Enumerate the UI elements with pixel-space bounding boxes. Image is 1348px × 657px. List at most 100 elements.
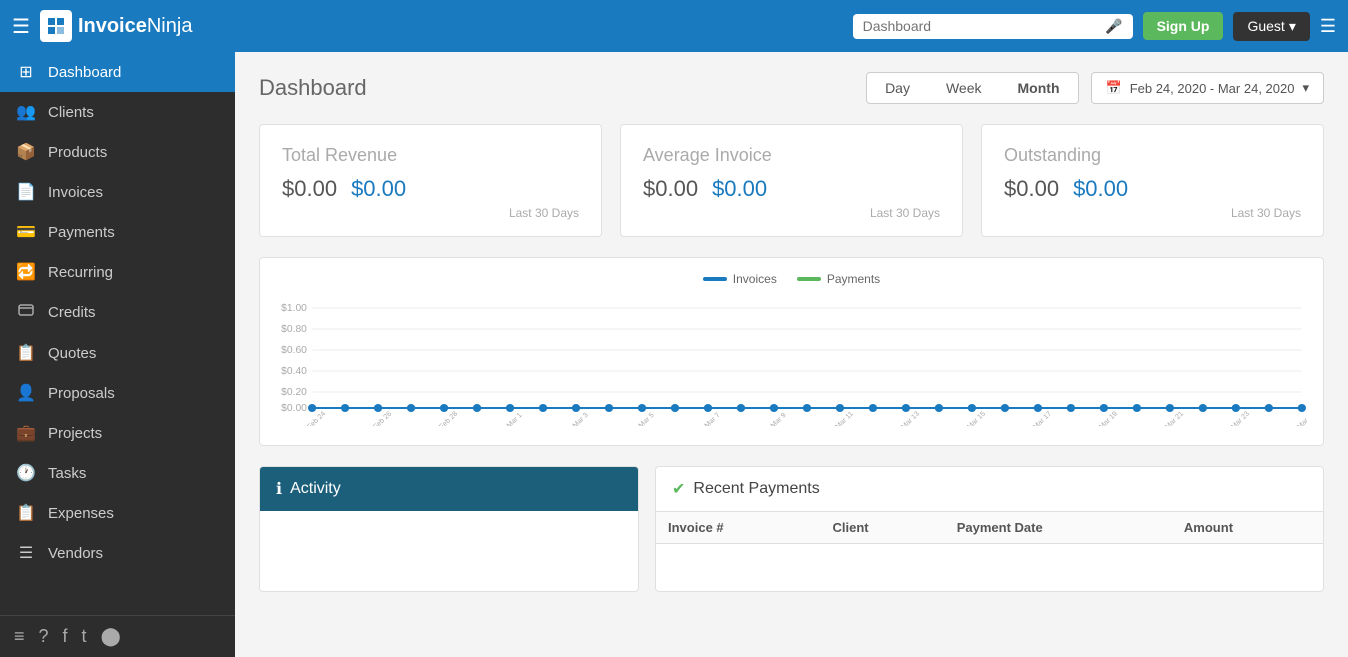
payments-table: Invoice # Client Payment Date Amount xyxy=(656,512,1323,544)
sidebar-item-dashboard[interactable]: ⊞ Dashboard xyxy=(0,52,235,92)
activity-title: Activity xyxy=(290,480,341,498)
recent-payments-header: ✔ Recent Payments xyxy=(656,467,1323,512)
sidebar-item-tasks[interactable]: 🕐 Tasks xyxy=(0,453,235,493)
svg-text:Mar 9: Mar 9 xyxy=(769,411,788,426)
help-icon[interactable]: ? xyxy=(39,626,49,647)
svg-text:Mar 5: Mar 5 xyxy=(637,411,656,426)
stat-period-label: Last 30 Days xyxy=(643,206,940,220)
signup-button[interactable]: Sign Up xyxy=(1143,12,1224,40)
stat-title: Total Revenue xyxy=(282,145,579,166)
svg-text:$1.00: $1.00 xyxy=(281,303,307,314)
stat-value-current: $0.00 xyxy=(1004,176,1059,202)
options-icon[interactable]: ☰ xyxy=(1320,16,1336,37)
proposals-icon: 👤 xyxy=(16,383,36,403)
svg-text:Mar 1: Mar 1 xyxy=(505,411,524,426)
stat-card-total-revenue: Total Revenue $0.00 $0.00 Last 30 Days xyxy=(259,124,602,237)
svg-text:Mar 11: Mar 11 xyxy=(834,410,855,426)
period-tabs: Day Week Month xyxy=(866,72,1078,104)
projects-icon: 💼 xyxy=(16,423,36,443)
legend-payments: Payments xyxy=(797,272,880,286)
products-icon: 📦 xyxy=(16,142,36,162)
chevron-down-icon: ▾ xyxy=(1289,18,1296,35)
expenses-icon: 📋 xyxy=(16,503,36,523)
sidebar-item-expenses[interactable]: 📋 Expenses xyxy=(0,493,235,533)
sidebar-item-projects[interactable]: 💼 Projects xyxy=(0,413,235,453)
svg-text:Mar 19: Mar 19 xyxy=(1097,410,1119,426)
sidebar-item-label: Products xyxy=(48,144,107,161)
check-circle-icon: ✔ xyxy=(672,479,685,499)
chevron-down-icon: ▾ xyxy=(1302,80,1309,96)
stat-value-current: $0.00 xyxy=(643,176,698,202)
svg-text:Feb 24: Feb 24 xyxy=(306,410,328,426)
svg-text:$0.00: $0.00 xyxy=(281,403,307,414)
stat-card-average-invoice: Average Invoice $0.00 $0.00 Last 30 Days xyxy=(620,124,963,237)
sidebar-item-label: Invoices xyxy=(48,184,103,201)
svg-text:Mar 7: Mar 7 xyxy=(703,411,722,426)
twitter-icon[interactable]: t xyxy=(82,626,87,647)
svg-text:Feb 26: Feb 26 xyxy=(372,410,394,426)
logo: InvoiceNinja xyxy=(40,10,193,42)
recent-payments-panel: ✔ Recent Payments Invoice # Client Payme… xyxy=(655,466,1324,592)
legend-invoices: Invoices xyxy=(703,272,777,286)
sidebar: ⊞ Dashboard 👥 Clients 📦 Products 📄 Invoi… xyxy=(0,52,235,657)
chart-legend: Invoices Payments xyxy=(276,272,1307,286)
sidebar-item-quotes[interactable]: 📋 Quotes xyxy=(0,333,235,373)
svg-text:Mar 17: Mar 17 xyxy=(1032,410,1054,426)
hamburger-menu-icon[interactable]: ☰ xyxy=(12,14,30,39)
tasks-icon: 🕐 xyxy=(16,463,36,483)
list-icon[interactable]: ≡ xyxy=(14,626,25,647)
search-input[interactable] xyxy=(863,18,1100,34)
activity-content xyxy=(260,511,638,591)
sidebar-item-label: Proposals xyxy=(48,385,115,402)
search-bar: 🎤 xyxy=(853,14,1133,39)
tab-day[interactable]: Day xyxy=(867,73,928,103)
sidebar-item-label: Projects xyxy=(48,425,102,442)
tab-month[interactable]: Month xyxy=(1000,73,1078,103)
tab-week[interactable]: Week xyxy=(928,73,1000,103)
microphone-icon[interactable]: 🎤 xyxy=(1105,18,1122,35)
svg-text:$0.60: $0.60 xyxy=(281,345,307,356)
sidebar-item-label: Credits xyxy=(48,304,96,321)
legend-invoices-color xyxy=(703,277,727,281)
activity-panel: ℹ Activity xyxy=(259,466,639,592)
svg-text:$0.20: $0.20 xyxy=(281,387,307,398)
svg-text:Mar 24: Mar 24 xyxy=(1295,410,1307,426)
facebook-icon[interactable]: f xyxy=(63,626,68,647)
sidebar-item-vendors[interactable]: ☰ Vendors xyxy=(0,533,235,573)
sidebar-item-clients[interactable]: 👥 Clients xyxy=(0,92,235,132)
dashboard-header: Dashboard Day Week Month 📅 Feb 24, 2020 … xyxy=(259,72,1324,104)
legend-invoices-label: Invoices xyxy=(733,272,777,286)
sidebar-item-label: Payments xyxy=(48,224,115,241)
date-range-picker[interactable]: 📅 Feb 24, 2020 - Mar 24, 2020 ▾ xyxy=(1091,72,1325,104)
sidebar-item-products[interactable]: 📦 Products xyxy=(0,132,235,172)
vendors-icon: ☰ xyxy=(16,543,36,563)
top-navigation: ☰ InvoiceNinja 🎤 Sign Up Guest ▾ ☰ xyxy=(0,0,1348,52)
revenue-chart: $1.00 $0.80 $0.60 $0.40 $0.20 $0.00 xyxy=(276,296,1307,426)
svg-text:Mar 3: Mar 3 xyxy=(571,411,590,426)
clients-icon: 👥 xyxy=(16,102,36,122)
stat-value-comparison: $0.00 xyxy=(351,176,406,202)
sidebar-item-proposals[interactable]: 👤 Proposals xyxy=(0,373,235,413)
sidebar-item-payments[interactable]: 💳 Payments xyxy=(0,212,235,252)
svg-text:Mar 13: Mar 13 xyxy=(900,410,922,426)
stat-values: $0.00 $0.00 xyxy=(1004,176,1301,202)
activity-header: ℹ Activity xyxy=(260,467,638,511)
stat-title: Outstanding xyxy=(1004,145,1301,166)
stat-value-comparison: $0.00 xyxy=(1073,176,1128,202)
svg-text:$0.80: $0.80 xyxy=(281,324,307,335)
sidebar-item-invoices[interactable]: 📄 Invoices xyxy=(0,172,235,212)
sidebar-item-credits[interactable]: Credits xyxy=(0,292,235,333)
guest-button[interactable]: Guest ▾ xyxy=(1233,12,1309,41)
sidebar-item-recurring[interactable]: 🔁 Recurring xyxy=(0,252,235,292)
sidebar-item-label: Expenses xyxy=(48,505,114,522)
github-icon[interactable]: ⬤ xyxy=(101,626,121,647)
sidebar-item-label: Dashboard xyxy=(48,64,121,81)
main-layout: ⊞ Dashboard 👥 Clients 📦 Products 📄 Invoi… xyxy=(0,52,1348,657)
col-amount: Amount xyxy=(1172,512,1323,544)
sidebar-item-label: Tasks xyxy=(48,465,86,482)
logo-text: InvoiceNinja xyxy=(78,15,193,38)
sidebar-item-label: Vendors xyxy=(48,545,103,562)
main-content: Dashboard Day Week Month 📅 Feb 24, 2020 … xyxy=(235,52,1348,657)
table-header-row: Invoice # Client Payment Date Amount xyxy=(656,512,1323,544)
payments-icon: 💳 xyxy=(16,222,36,242)
